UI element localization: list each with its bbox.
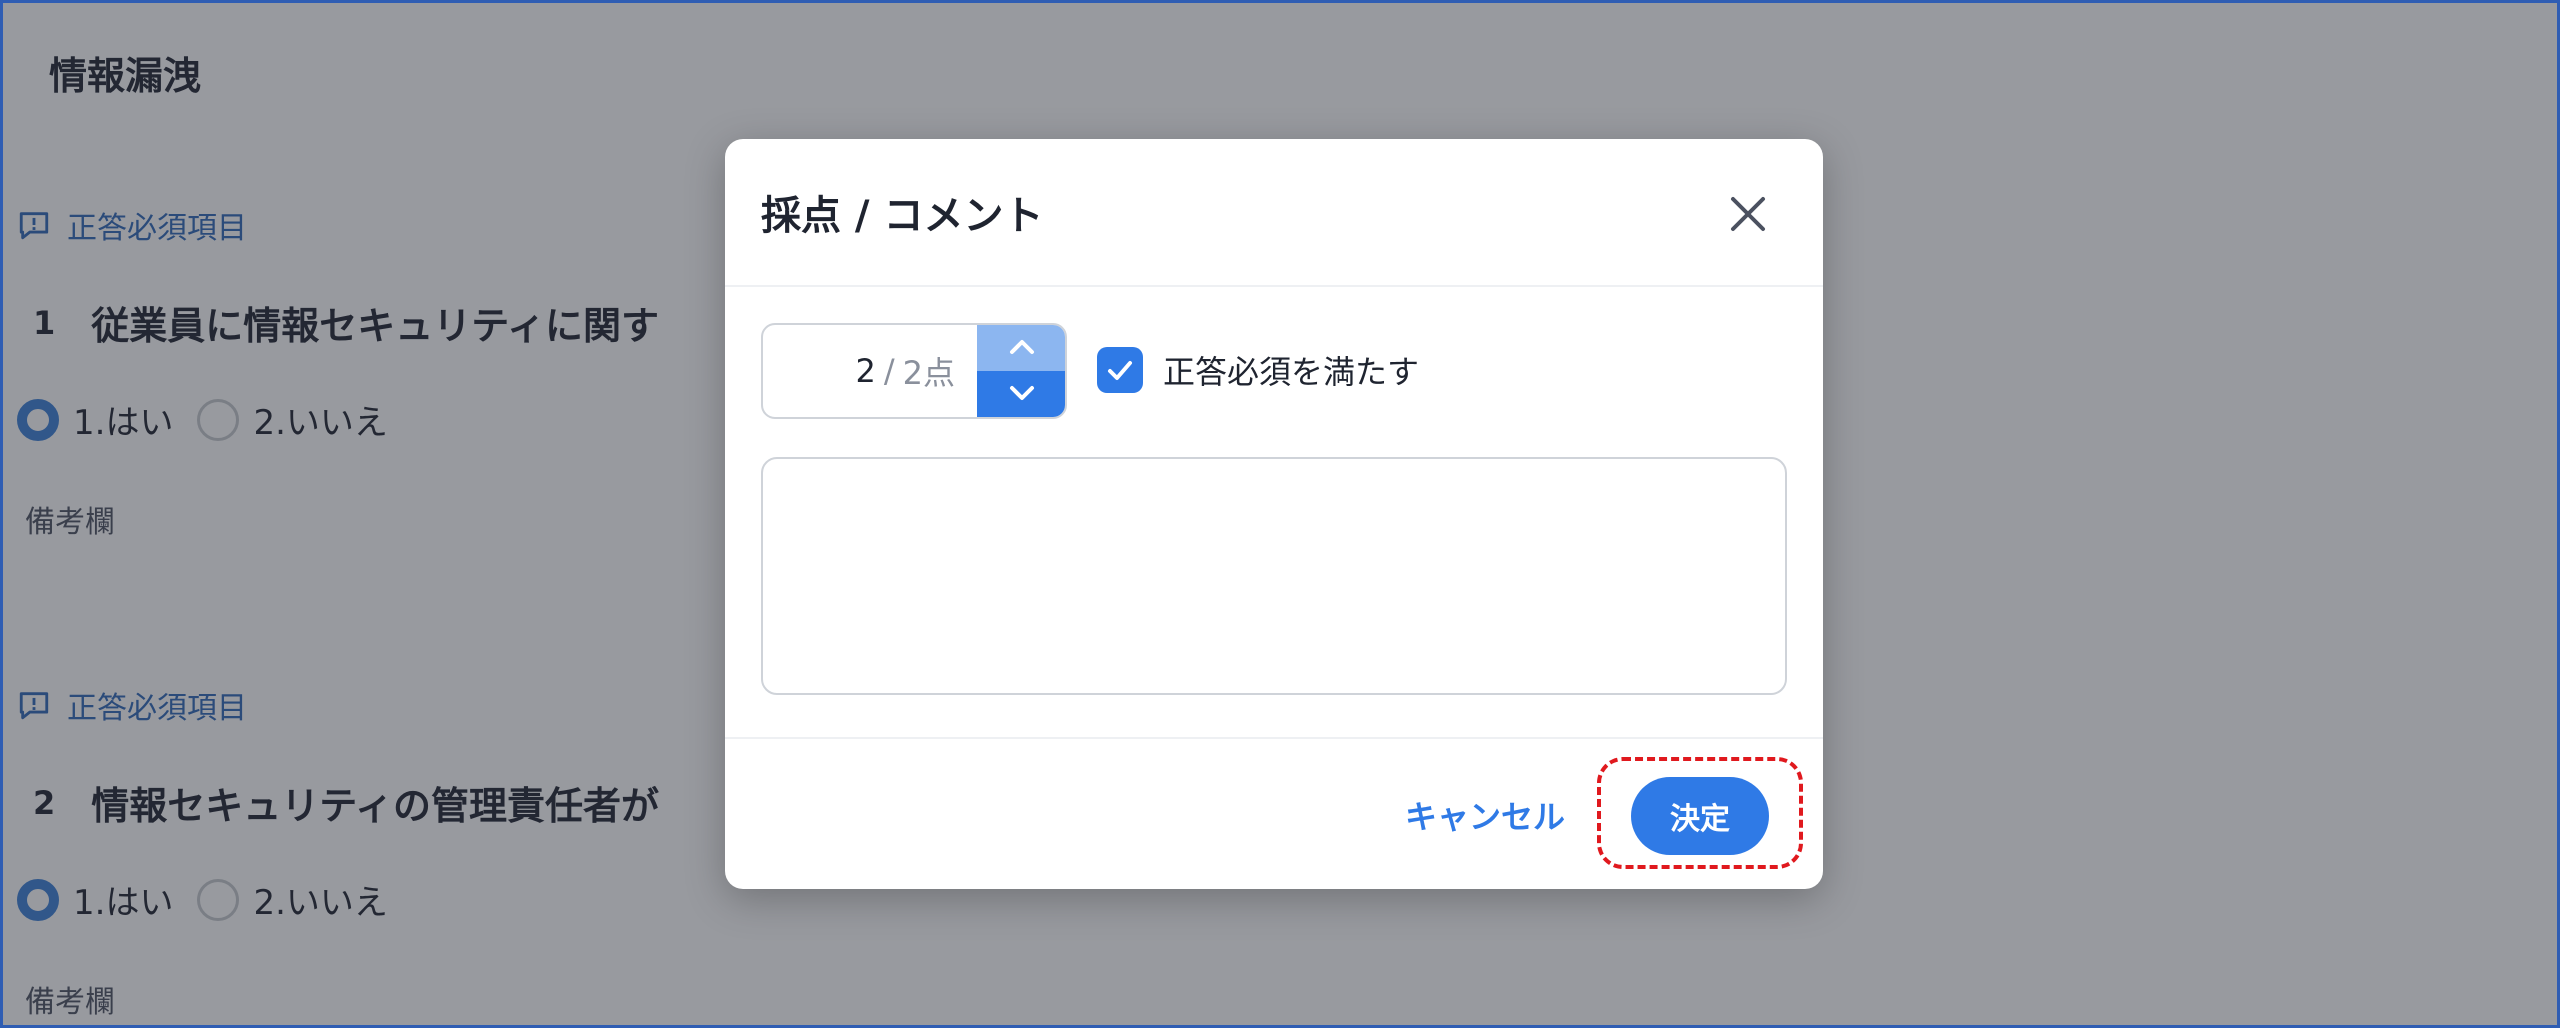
close-icon — [1731, 197, 1765, 231]
dialog-title: 採点 / コメント — [761, 193, 1044, 239]
score-max: 2点 — [902, 354, 955, 392]
decrement-button[interactable] — [977, 371, 1065, 417]
score-stepper[interactable]: 2 / 2点 — [761, 323, 1067, 419]
check-icon — [1108, 361, 1132, 380]
comment-textarea[interactable] — [761, 457, 1787, 695]
screen-frame: 情報漏洩 正答必須項目 1 従業員に情報セキュリティに関す 1.はい 2.いいえ — [0, 0, 2560, 1028]
score-value: 2 — [855, 352, 876, 390]
checkbox-label: 正答必須を満たす — [1163, 353, 1420, 391]
close-button[interactable] — [1723, 189, 1773, 239]
score-display[interactable]: 2 / 2点 — [763, 325, 977, 417]
dialog-header: 採点 / コメント — [725, 139, 1823, 287]
checkbox[interactable] — [1097, 347, 1143, 393]
chevron-up-icon — [1010, 340, 1034, 354]
chevron-down-icon — [1010, 386, 1034, 400]
score-separator: / — [883, 352, 895, 390]
required-satisfied-checkbox[interactable]: 正答必須を満たす — [1097, 347, 1419, 393]
increment-button[interactable] — [977, 325, 1065, 371]
highlight-annotation — [1597, 757, 1803, 869]
cancel-button[interactable]: キャンセル — [1405, 789, 1565, 841]
